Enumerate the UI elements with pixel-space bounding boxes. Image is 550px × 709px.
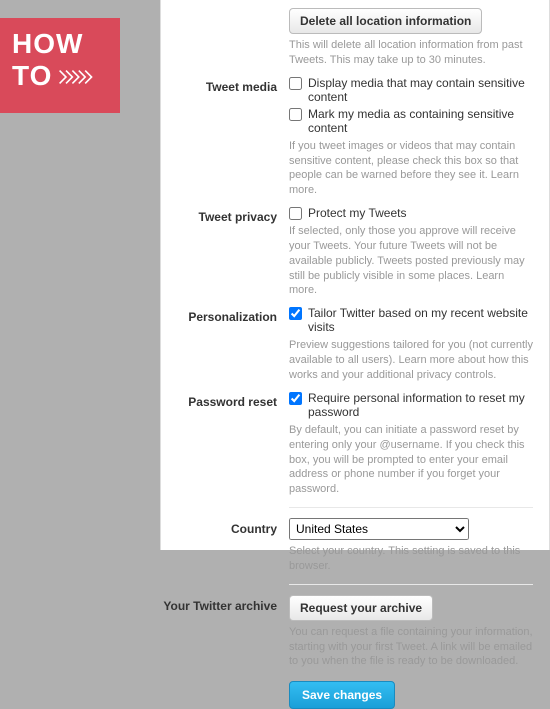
tweet-media-label: Tweet media <box>161 76 289 198</box>
badge-line1: HOW <box>12 28 108 60</box>
mark-sensitive-checkbox[interactable] <box>289 108 302 121</box>
archive-help: You can request a file containing your i… <box>289 625 533 670</box>
divider <box>289 507 533 508</box>
tailor-checkbox[interactable] <box>289 307 302 320</box>
personalization-help: Preview suggestions tailored for you (no… <box>289 338 533 383</box>
privacy-help: If selected, only those you approve will… <box>289 224 533 298</box>
country-label: Country <box>161 518 289 574</box>
require-info-label: Require personal information to reset my… <box>308 391 533 419</box>
delete-location-help: This will delete all location informatio… <box>289 38 533 68</box>
delete-location-button[interactable]: Delete all location information <box>289 8 482 34</box>
settings-panel: Delete all location information This wil… <box>160 0 550 550</box>
tailor-label: Tailor Twitter based on my recent websit… <box>308 306 533 334</box>
protect-tweets-checkbox[interactable] <box>289 207 302 220</box>
require-info-checkbox[interactable] <box>289 392 302 405</box>
country-help: Select your country. This setting is sav… <box>289 544 533 574</box>
password-reset-label: Password reset <box>161 391 289 497</box>
request-archive-button[interactable]: Request your archive <box>289 595 433 621</box>
display-sensitive-checkbox[interactable] <box>289 77 302 90</box>
archive-label: Your Twitter archive <box>161 595 289 670</box>
display-sensitive-label: Display media that may contain sensitive… <box>308 76 533 104</box>
badge-line2: TO <box>12 60 52 92</box>
divider <box>289 584 533 585</box>
password-help: By default, you can initiate a password … <box>289 423 533 497</box>
chevrons-icon <box>58 60 96 92</box>
save-changes-button[interactable]: Save changes <box>289 681 395 709</box>
personalization-label: Personalization <box>161 306 289 383</box>
mark-sensitive-label: Mark my media as containing sensitive co… <box>308 107 533 135</box>
media-help: If you tweet images or videos that may c… <box>289 139 533 198</box>
tweet-privacy-label: Tweet privacy <box>161 206 289 298</box>
country-select[interactable]: United States <box>289 518 469 540</box>
protect-tweets-label: Protect my Tweets <box>308 206 406 220</box>
howto-badge: HOW TO <box>0 18 120 113</box>
